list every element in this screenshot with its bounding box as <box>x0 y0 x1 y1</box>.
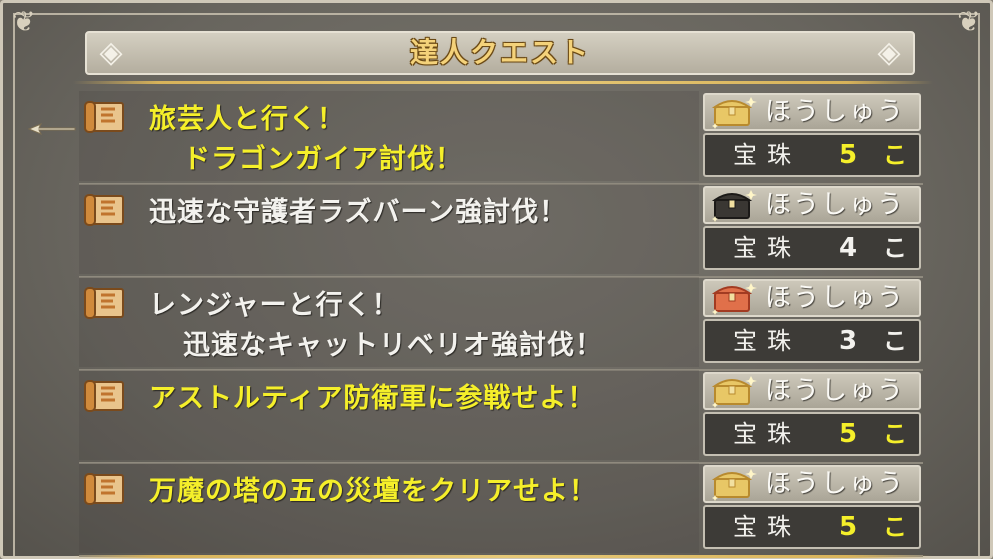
reward-body: 宝珠 3 こ <box>703 319 921 363</box>
reward-unit: こ <box>883 327 907 355</box>
reward-panel: ほうしゅう宝珠 5 こ <box>703 372 921 458</box>
quest-title-continued: ドラゴンガイア討伐！ <box>183 144 463 175</box>
reward-header: ほうしゅう <box>703 465 921 503</box>
quest-title: 旅芸人と行く！ <box>149 104 345 135</box>
quest-row[interactable]: アストルティア防衛軍に参戦せよ！ ほうしゅう宝珠 5 こ <box>79 370 923 464</box>
quest-window: ❦ ❦ ◈ 達人クエスト ◈ 旅芸人と行く！ ドラゴンガイア討伐！ ほうしゅう 宝珠 5… <box>0 0 993 559</box>
reward-unit: こ <box>883 513 907 541</box>
quest-row[interactable]: 迅速な守護者ラズバーン強討伐！ ほうしゅう宝珠 4 こ <box>79 184 923 278</box>
page-right-icon[interactable]: ◈ <box>873 37 905 69</box>
reward-header: ほうしゅう <box>703 186 921 224</box>
reward-body: 宝珠 5 こ <box>703 133 921 177</box>
quest-scroll-icon <box>84 287 124 319</box>
red-chest-icon <box>711 283 757 315</box>
reward-header-label: ほうしゅう <box>765 469 906 499</box>
quest-row[interactable]: 万魔の塔の五の災壇をクリアせよ！ ほうしゅう宝珠 5 こ <box>79 463 923 557</box>
reward-item-name: 宝珠 <box>733 234 801 262</box>
reward-panel: ほうしゅう宝珠 5 こ <box>703 93 921 179</box>
reward-panel: ほうしゅう宝珠 3 こ <box>703 279 921 365</box>
black-chest-icon <box>711 190 757 222</box>
reward-header: ほうしゅう <box>703 93 921 131</box>
reward-quantity: 5 <box>839 419 858 449</box>
title-divider <box>73 81 933 84</box>
quest-title: 万魔の塔の五の災壇をクリアせよ！ <box>149 476 597 507</box>
reward-item-name: 宝珠 <box>733 513 801 541</box>
title-bar: ◈ 達人クエスト ◈ <box>85 31 915 75</box>
reward-quantity: 5 <box>839 512 858 542</box>
reward-quantity: 5 <box>839 140 858 170</box>
quest-row[interactable]: 旅芸人と行く！ ドラゴンガイア討伐！ ほうしゅう宝珠 5 こ <box>79 91 923 185</box>
reward-unit: こ <box>883 141 907 169</box>
reward-header-label: ほうしゅう <box>765 376 906 406</box>
selection-cursor-icon <box>27 123 76 135</box>
reward-body: 宝珠 5 こ <box>703 505 921 549</box>
quest-title: アストルティア防衛軍に参戦せよ！ <box>149 383 596 414</box>
reward-body: 宝珠 5 こ <box>703 412 921 456</box>
gold-chest-icon <box>711 469 757 501</box>
reward-quantity: 4 <box>839 233 858 263</box>
quest-title: レンジャーと行く！ <box>149 290 400 321</box>
reward-panel: ほうしゅう宝珠 5 こ <box>703 465 921 551</box>
reward-panel: ほうしゅう宝珠 4 こ <box>703 186 921 272</box>
reward-item-name: 宝珠 <box>733 327 801 355</box>
reward-item-name: 宝珠 <box>733 420 801 448</box>
quest-row[interactable]: レンジャーと行く！ 迅速なキャットリベリオ強討伐！ ほうしゅう宝珠 3 こ <box>79 277 923 371</box>
reward-header: ほうしゅう <box>703 372 921 410</box>
reward-header-label: ほうしゅう <box>765 97 906 127</box>
gold-chest-icon <box>711 97 757 129</box>
quest-title: 迅速な守護者ラズバーン強討伐！ <box>149 197 568 228</box>
reward-body: 宝珠 4 こ <box>703 226 921 270</box>
reward-header: ほうしゅう <box>703 279 921 317</box>
reward-unit: こ <box>883 420 907 448</box>
quest-scroll-icon <box>84 194 124 226</box>
reward-item-name: 宝珠 <box>733 141 801 169</box>
gold-chest-icon <box>711 376 757 408</box>
corner-ornament-icon: ❦ <box>12 5 36 38</box>
bottom-divider <box>73 555 933 558</box>
reward-unit: こ <box>883 234 907 262</box>
corner-ornament-icon: ❦ <box>957 5 981 38</box>
quest-scroll-icon <box>84 473 124 505</box>
quest-scroll-icon <box>84 101 124 133</box>
reward-header-label: ほうしゅう <box>765 283 906 313</box>
reward-quantity: 3 <box>839 326 858 356</box>
quest-title-continued: 迅速なキャットリベリオ強討伐！ <box>183 330 603 361</box>
window-title: 達人クエスト <box>409 36 590 69</box>
quest-scroll-icon <box>84 380 124 412</box>
reward-header-label: ほうしゅう <box>765 190 906 220</box>
